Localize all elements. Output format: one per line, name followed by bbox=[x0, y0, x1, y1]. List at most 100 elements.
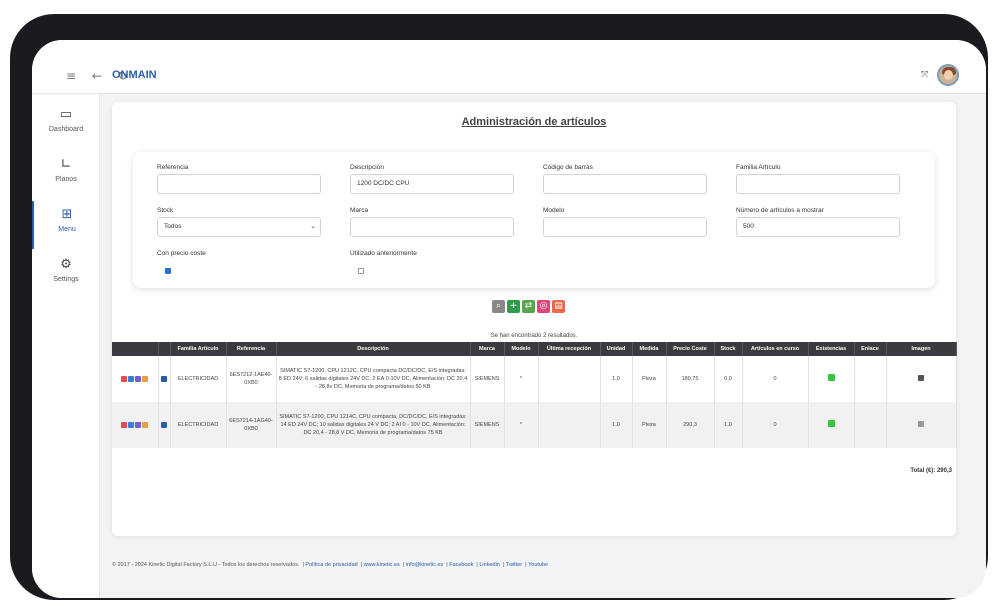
email-link[interactable]: info@kinetic.es bbox=[406, 562, 443, 568]
app-screen: ≡ ← ↻ ONMAIN ⤧ ▭ Dashboard ∟ Planos ⊞ Me… bbox=[32, 40, 986, 598]
cell-existencias bbox=[808, 356, 855, 402]
top-bar: ≡ ← ↻ ONMAIN ⤧ bbox=[32, 40, 986, 94]
cell-familia: ELECTRICIDAD bbox=[170, 402, 227, 448]
table-row[interactable]: ELECTRICIDAD 6ES7212-1AE40-0XB0 SIMATIC … bbox=[112, 356, 957, 402]
cell-articulos-en-curso: 0 bbox=[742, 356, 809, 402]
sidebar-item-dashboard[interactable]: ▭ Dashboard bbox=[32, 101, 100, 149]
delete-icon[interactable] bbox=[120, 375, 127, 382]
num-articulos-label: Número de artículos a mostrar bbox=[736, 207, 824, 214]
cell-precio-coste: 290,3 bbox=[666, 402, 715, 448]
page-title: Administración de artículos bbox=[461, 116, 607, 128]
avatar[interactable] bbox=[937, 64, 959, 86]
column-header[interactable]: Enlace bbox=[854, 342, 887, 356]
column-header[interactable]: Medida bbox=[632, 342, 667, 356]
modelo-field[interactable] bbox=[543, 217, 707, 237]
column-header[interactable]: Modelo bbox=[504, 342, 539, 356]
column-header[interactable]: Unidad bbox=[600, 342, 633, 356]
privacy-link[interactable]: Política de privacidad bbox=[305, 562, 357, 568]
column-header[interactable]: Existencias bbox=[808, 342, 855, 356]
row-select[interactable] bbox=[158, 402, 171, 448]
detail-icon[interactable] bbox=[160, 421, 167, 428]
sidebar: ▭ Dashboard ∟ Planos ⊞ Menu ⚙ Settings bbox=[32, 95, 100, 598]
sitemap-icon: ⊞ bbox=[61, 207, 73, 222]
cell-stock: 1,0 bbox=[714, 402, 743, 448]
column-header[interactable]: Marca bbox=[470, 342, 505, 356]
view-icon[interactable] bbox=[134, 375, 141, 382]
youtube-link[interactable]: Youtube bbox=[528, 562, 548, 568]
footer: © 2017 - 2024 Kinetic Digital Factory S.… bbox=[112, 562, 549, 568]
edit-icon[interactable] bbox=[127, 421, 134, 428]
descripcion-field[interactable]: 1200 DC/DC CPU bbox=[350, 174, 514, 194]
articles-table: Familia Artículo Referencia Descripción … bbox=[112, 342, 957, 448]
column-header[interactable]: Familia Artículo bbox=[170, 342, 227, 356]
print-button[interactable]: ▤ bbox=[552, 300, 565, 313]
detail-icon[interactable] bbox=[160, 375, 167, 382]
sidebar-item-menu[interactable]: ⊞ Menu bbox=[32, 201, 100, 249]
cell-enlace bbox=[854, 356, 887, 402]
copy-icon[interactable] bbox=[141, 421, 148, 428]
table-row[interactable]: ELECTRICIDAD 6ES7214-1AG40-0XB0 SIMATIC … bbox=[112, 402, 957, 448]
articles-card: Administración de artículos Referencia D… bbox=[112, 102, 957, 536]
search-button[interactable]: ⌕ bbox=[492, 300, 505, 313]
cell-familia: ELECTRICIDAD bbox=[170, 356, 227, 402]
pdf-button[interactable]: ◎ bbox=[537, 300, 550, 313]
copy-icon[interactable] bbox=[141, 375, 148, 382]
total-cost: Total (€): 290,3 bbox=[910, 468, 952, 474]
linkedin-link[interactable]: Linkedin bbox=[479, 562, 500, 568]
codigo-barras-field[interactable] bbox=[543, 174, 707, 194]
website-link[interactable]: www.kinetic.es bbox=[364, 562, 400, 568]
add-button[interactable]: + bbox=[507, 300, 520, 313]
chevron-down-icon: ⌄ bbox=[310, 223, 316, 230]
cell-modelo: * bbox=[504, 402, 539, 448]
monitor-icon: ▭ bbox=[59, 107, 73, 122]
column-header[interactable]: Descripción bbox=[276, 342, 471, 356]
gear-icon: ⚙ bbox=[60, 257, 72, 272]
con-precio-coste-label: Con precio coste bbox=[157, 250, 206, 257]
sidebar-item-label: Settings bbox=[53, 276, 79, 283]
copyright: © 2017 - 2024 Kinetic Digital Factory S.… bbox=[112, 562, 300, 568]
sidebar-item-label: Planos bbox=[55, 176, 77, 183]
view-icon[interactable] bbox=[134, 421, 141, 428]
results-count: Se han encontrado 2 resultados. bbox=[490, 333, 578, 339]
con-precio-coste-checkbox[interactable] bbox=[165, 268, 171, 274]
stock-selected: Todos bbox=[164, 223, 182, 230]
delete-icon[interactable] bbox=[120, 421, 127, 428]
sidebar-item-settings[interactable]: ⚙ Settings bbox=[32, 251, 100, 299]
sidebar-item-label: Menu bbox=[58, 226, 76, 233]
column-header[interactable]: Última recepción bbox=[538, 342, 601, 356]
filter-panel: Referencia Descripción 1200 DC/DC CPU Có… bbox=[133, 152, 935, 288]
column-header[interactable]: Precio Coste bbox=[666, 342, 715, 356]
stock-label: Stock bbox=[157, 207, 174, 214]
table-header-row: Familia Artículo Referencia Descripción … bbox=[112, 342, 957, 356]
twitter-link[interactable]: Twitter bbox=[506, 562, 522, 568]
edit-icon[interactable] bbox=[127, 375, 134, 382]
row-select[interactable] bbox=[158, 356, 171, 402]
brand-title[interactable]: ONMAIN bbox=[112, 69, 157, 81]
column-header[interactable]: Artículos en curso bbox=[742, 342, 809, 356]
column-header[interactable] bbox=[112, 342, 159, 356]
sidebar-item-label: Dashboard bbox=[48, 126, 84, 133]
cell-stock: 0,0 bbox=[714, 356, 743, 402]
referencia-field[interactable] bbox=[157, 174, 321, 194]
column-header[interactable] bbox=[158, 342, 171, 356]
familia-field[interactable] bbox=[736, 174, 900, 194]
column-header[interactable]: Imagen bbox=[886, 342, 957, 356]
export-button[interactable]: ⇄ bbox=[522, 300, 535, 313]
image-icon[interactable] bbox=[918, 374, 924, 381]
num-articulos-field[interactable]: 500 bbox=[736, 217, 900, 237]
cell-descripcion: SIMATIC S7-1200, CPU 1214C, CPU compacta… bbox=[276, 402, 471, 448]
column-header[interactable]: Referencia bbox=[226, 342, 277, 356]
facebook-link[interactable]: Facebook bbox=[449, 562, 473, 568]
fullscreen-icon[interactable]: ⤧ bbox=[921, 70, 928, 80]
column-header[interactable]: Stock bbox=[714, 342, 743, 356]
sidebar-item-planos[interactable]: ∟ Planos bbox=[32, 151, 100, 199]
image-icon[interactable] bbox=[918, 420, 924, 427]
cell-ultima-recepcion bbox=[538, 402, 601, 448]
cell-imagen bbox=[886, 356, 957, 402]
stock-select[interactable]: Todos ⌄ bbox=[157, 217, 321, 237]
referencia-label: Referencia bbox=[157, 164, 189, 171]
utilizado-checkbox[interactable] bbox=[358, 268, 364, 274]
row-actions bbox=[112, 356, 159, 402]
familia-label: Familia Artículo bbox=[736, 164, 781, 171]
marca-field[interactable] bbox=[350, 217, 514, 237]
